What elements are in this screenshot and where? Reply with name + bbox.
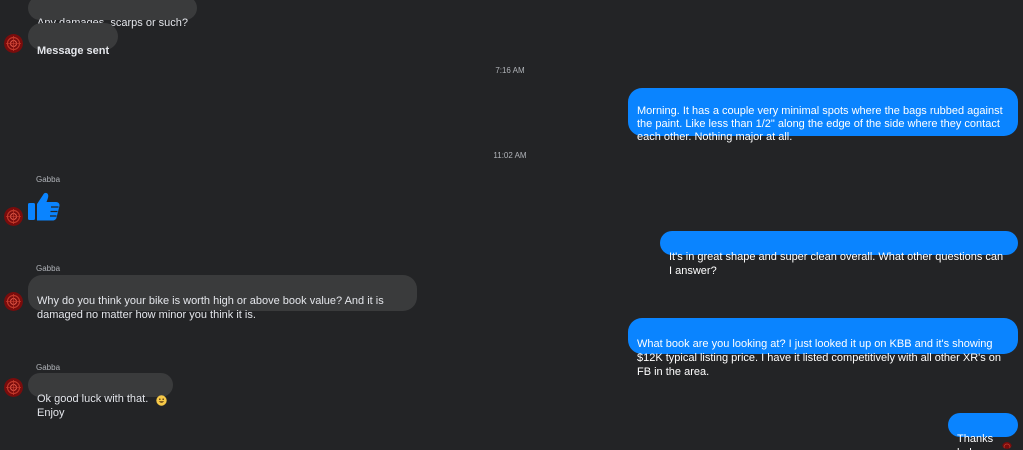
chat-thread: Any damages, scarps or such? Message sen… (0, 0, 1023, 450)
message-bubble-incoming[interactable]: Message sent (28, 23, 119, 57)
message-bubble-incoming[interactable]: Why do you think your bike is worth high… (28, 275, 417, 321)
message-bubble-incoming[interactable]: Ok good luck with that. Enjoy (28, 373, 173, 419)
sender-name: Gabba (36, 175, 61, 184)
avatar[interactable] (4, 34, 23, 53)
avatar[interactable] (4, 292, 23, 311)
message-text: Why do you think your bike is worth high… (37, 295, 384, 321)
message-text: What book are you looking at? I just loo… (637, 338, 1002, 378)
timestamp: 7:16 AM (495, 66, 525, 75)
avatar[interactable] (4, 378, 23, 397)
sender-name: Gabba (36, 264, 61, 273)
message-text: Message sent (37, 45, 110, 57)
sender-name: Gabba (36, 363, 61, 372)
grinning-face-icon[interactable] (156, 393, 167, 406)
thumbs-up-icon[interactable] (27, 189, 61, 223)
timestamp: 11:02 AM (493, 151, 527, 160)
avatar[interactable] (4, 207, 23, 226)
message-bubble-outgoing[interactable]: Thanks haha (948, 413, 1018, 450)
seen-indicator-avatar (1002, 439, 1012, 449)
message-bubble-outgoing[interactable]: It's in great shape and super clean over… (660, 231, 1018, 277)
message-bubble-incoming[interactable]: Any damages, scarps or such? (28, 0, 198, 29)
message-bubble-outgoing[interactable]: Morning. It has a couple very minimal sp… (628, 88, 1018, 143)
message-text: Morning. It has a couple very minimal sp… (637, 105, 1003, 143)
message-bubble-outgoing[interactable]: What book are you looking at? I just loo… (628, 318, 1018, 378)
message-text: Ok good luck with that. Enjoy (37, 393, 149, 419)
message-text: Thanks haha (957, 433, 994, 450)
message-text: It's in great shape and super clean over… (669, 251, 1004, 277)
